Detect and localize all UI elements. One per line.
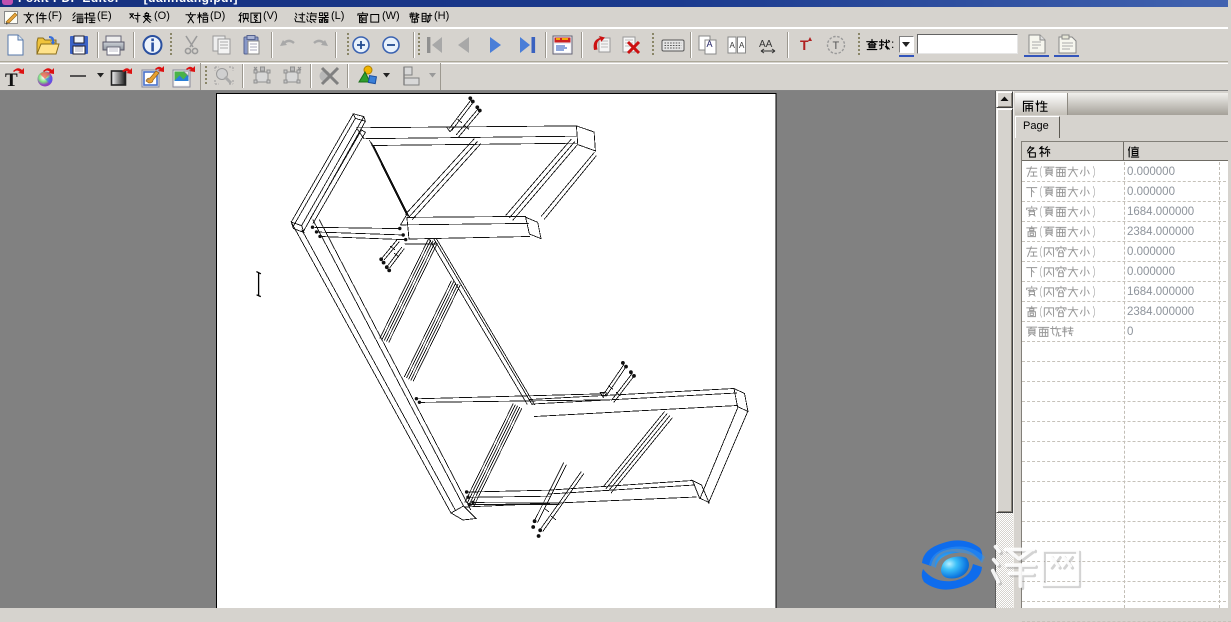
svg-text:A: A — [730, 41, 736, 50]
svg-text:A: A — [739, 41, 745, 50]
svg-text:T: T — [833, 40, 840, 52]
svg-text:T: T — [800, 37, 809, 53]
svg-text:A: A — [707, 39, 713, 49]
svg-text:T: T — [5, 70, 18, 87]
svg-text:AA: AA — [759, 39, 773, 50]
